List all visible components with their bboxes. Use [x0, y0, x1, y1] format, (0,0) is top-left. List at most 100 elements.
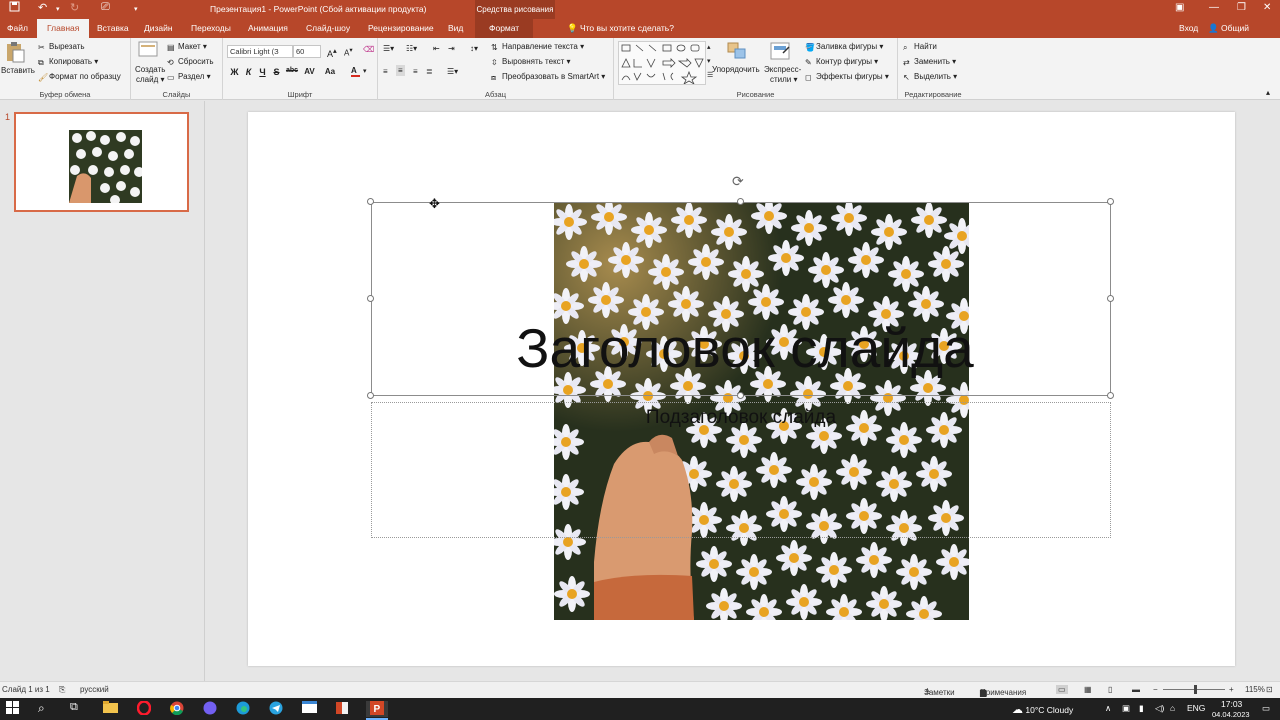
- task-view-icon[interactable]: ⧉: [70, 701, 86, 717]
- resize-handle-e[interactable]: [1107, 295, 1114, 302]
- tab-animations[interactable]: Анимация: [246, 19, 290, 38]
- resize-handle-nw[interactable]: [367, 198, 374, 205]
- slide-title[interactable]: Заголовок слайда: [505, 318, 985, 378]
- chrome-icon[interactable]: [170, 701, 186, 717]
- spellcheck-icon[interactable]: ⎘: [59, 685, 65, 695]
- powerpoint-taskbar-icon[interactable]: P: [366, 701, 388, 717]
- zoom-level[interactable]: 115%: [1245, 685, 1265, 694]
- slideshow-icon[interactable]: ▬: [1132, 685, 1140, 694]
- window-app-icon[interactable]: [302, 701, 318, 717]
- office-app-icon[interactable]: [335, 701, 351, 717]
- columns-icon[interactable]: ☰▾: [447, 67, 458, 76]
- fit-to-window-icon[interactable]: ⊡: [1266, 685, 1273, 694]
- zoom-thumb[interactable]: [1194, 685, 1197, 694]
- increase-indent-icon[interactable]: ⇥: [448, 44, 455, 53]
- slide-sorter-icon[interactable]: ▦: [1084, 685, 1092, 694]
- tray-overflow-icon[interactable]: ∧: [1105, 703, 1111, 714]
- arrange-button[interactable]: Упорядочить: [712, 65, 760, 74]
- bullets-icon[interactable]: ☰▾: [383, 44, 394, 53]
- file-explorer-icon[interactable]: [103, 701, 119, 717]
- telegram-icon[interactable]: [269, 701, 285, 717]
- resize-handle-sw[interactable]: [367, 392, 374, 399]
- input-language[interactable]: ENG: [1187, 703, 1205, 713]
- copy-button[interactable]: ⧉ Копировать ▾: [38, 57, 98, 67]
- resize-handle-se[interactable]: [1107, 392, 1114, 399]
- tab-format[interactable]: Формат: [475, 19, 534, 38]
- shape-effects-button[interactable]: ◻ Эффекты фигуры ▾: [805, 72, 889, 82]
- tell-me-search[interactable]: 💡 Что вы хотите сделать?: [565, 19, 676, 38]
- find-button[interactable]: ⌕ Найти: [903, 42, 937, 52]
- redo-icon[interactable]: ↻: [70, 1, 79, 14]
- tab-transitions[interactable]: Переходы: [189, 19, 233, 38]
- layout-button[interactable]: ▤ Макет ▾: [167, 42, 207, 52]
- viber-icon[interactable]: [203, 701, 219, 717]
- notifications-icon[interactable]: ▭: [1262, 703, 1270, 714]
- tab-view[interactable]: Вид: [446, 19, 465, 38]
- shape-fill-button[interactable]: 🪣Заливка фигуры ▾: [805, 42, 883, 52]
- underline-button[interactable]: Ч: [257, 67, 268, 77]
- zoom-out-icon[interactable]: −: [1153, 685, 1158, 694]
- tab-design[interactable]: Дизайн: [142, 19, 175, 38]
- undo-icon[interactable]: ↶: [38, 1, 47, 14]
- line-spacing-icon[interactable]: ↕▾: [470, 44, 478, 53]
- maximize-icon[interactable]: ❐: [1237, 2, 1246, 13]
- weather-widget[interactable]: ☁ 10°C Cloudy: [1012, 703, 1073, 716]
- resize-handle-n[interactable]: [737, 198, 744, 205]
- slideshow-from-start-icon[interactable]: ⎚: [101, 1, 110, 14]
- select-button[interactable]: ↖ Выделить ▾: [903, 72, 957, 82]
- replace-button[interactable]: ⇄ Заменить ▾: [903, 57, 956, 67]
- opera-icon[interactable]: [136, 700, 153, 717]
- strikethrough-button[interactable]: abc: [285, 67, 299, 74]
- font-color-dropdown-icon[interactable]: ▾: [363, 67, 367, 75]
- slide-thumbnail[interactable]: [14, 112, 189, 212]
- resize-handle-ne[interactable]: [1107, 198, 1114, 205]
- zoom-in-icon[interactable]: +: [1229, 685, 1234, 694]
- font-color-icon[interactable]: A: [351, 66, 360, 77]
- close-icon[interactable]: ✕: [1263, 2, 1271, 13]
- tab-file[interactable]: Файл: [5, 19, 30, 38]
- tab-slideshow[interactable]: Слайд-шоу: [304, 19, 352, 38]
- decrease-indent-icon[interactable]: ⇤: [433, 44, 440, 53]
- resize-handle-s[interactable]: [737, 392, 744, 399]
- paste-button[interactable]: Вставить: [1, 66, 35, 75]
- windows-start-icon[interactable]: [6, 701, 22, 717]
- reset-button[interactable]: ⟲ Сбросить: [167, 57, 214, 67]
- clear-formatting-icon[interactable]: ⌫: [363, 45, 374, 54]
- numbering-icon[interactable]: ☷▾: [406, 44, 417, 53]
- tab-insert[interactable]: Вставка: [95, 19, 131, 38]
- microphone-icon[interactable]: ▮: [1139, 703, 1144, 714]
- font-name-combo[interactable]: Calibri Light (З: [227, 45, 293, 58]
- justify-icon[interactable]: ≣: [426, 67, 433, 76]
- clock-time[interactable]: 17:03: [1221, 699, 1242, 709]
- quick-styles-dropdown[interactable]: стили ▾: [770, 75, 798, 84]
- align-right-icon[interactable]: ≡: [413, 67, 418, 76]
- change-case-button[interactable]: Aa: [323, 67, 337, 76]
- language-indicator[interactable]: русский: [80, 685, 109, 694]
- format-painter-button[interactable]: 🖌Формат по образцу: [38, 72, 121, 82]
- character-spacing-button[interactable]: AV: [302, 67, 317, 76]
- shapes-more-icon[interactable]: ▴ ▾ ☰: [707, 41, 713, 83]
- network-icon[interactable]: ⌂: [1170, 703, 1175, 713]
- ribbon-display-options-icon[interactable]: ▣: [1175, 2, 1184, 13]
- new-slide-dropdown[interactable]: слайд ▾: [136, 75, 165, 84]
- search-icon[interactable]: ⌕: [38, 701, 54, 717]
- bold-button[interactable]: Ж: [229, 67, 240, 77]
- undo-dropdown-icon[interactable]: ▾: [56, 5, 60, 13]
- save-icon[interactable]: [9, 1, 20, 15]
- shadow-button[interactable]: S: [271, 67, 282, 77]
- align-text-button[interactable]: ⇳ Выровнять текст ▾: [491, 57, 571, 67]
- minimize-icon[interactable]: —: [1209, 2, 1219, 13]
- quick-styles-icon[interactable]: [769, 41, 791, 63]
- volume-icon[interactable]: ◁): [1155, 703, 1164, 714]
- display-icon[interactable]: ▣: [1122, 703, 1130, 714]
- cut-button[interactable]: ✂ Вырезать: [38, 42, 85, 52]
- new-slide-icon[interactable]: [138, 41, 158, 60]
- slide-canvas[interactable]: ⟳ Заголовок слайда Подзаголовок слайда ✥: [248, 112, 1235, 666]
- smartart-button[interactable]: ⧈ Преобразовать в SmartArt ▾: [491, 72, 605, 82]
- section-button[interactable]: ▭ Раздел ▾: [167, 72, 211, 82]
- collapse-ribbon-icon[interactable]: ▴: [1266, 88, 1270, 97]
- rotate-handle-icon[interactable]: ⟳: [732, 173, 744, 190]
- clock-date[interactable]: 04.04.2023: [1212, 710, 1250, 719]
- slide-subtitle[interactable]: Подзаголовок слайда: [541, 407, 941, 429]
- arrange-icon[interactable]: [726, 41, 748, 63]
